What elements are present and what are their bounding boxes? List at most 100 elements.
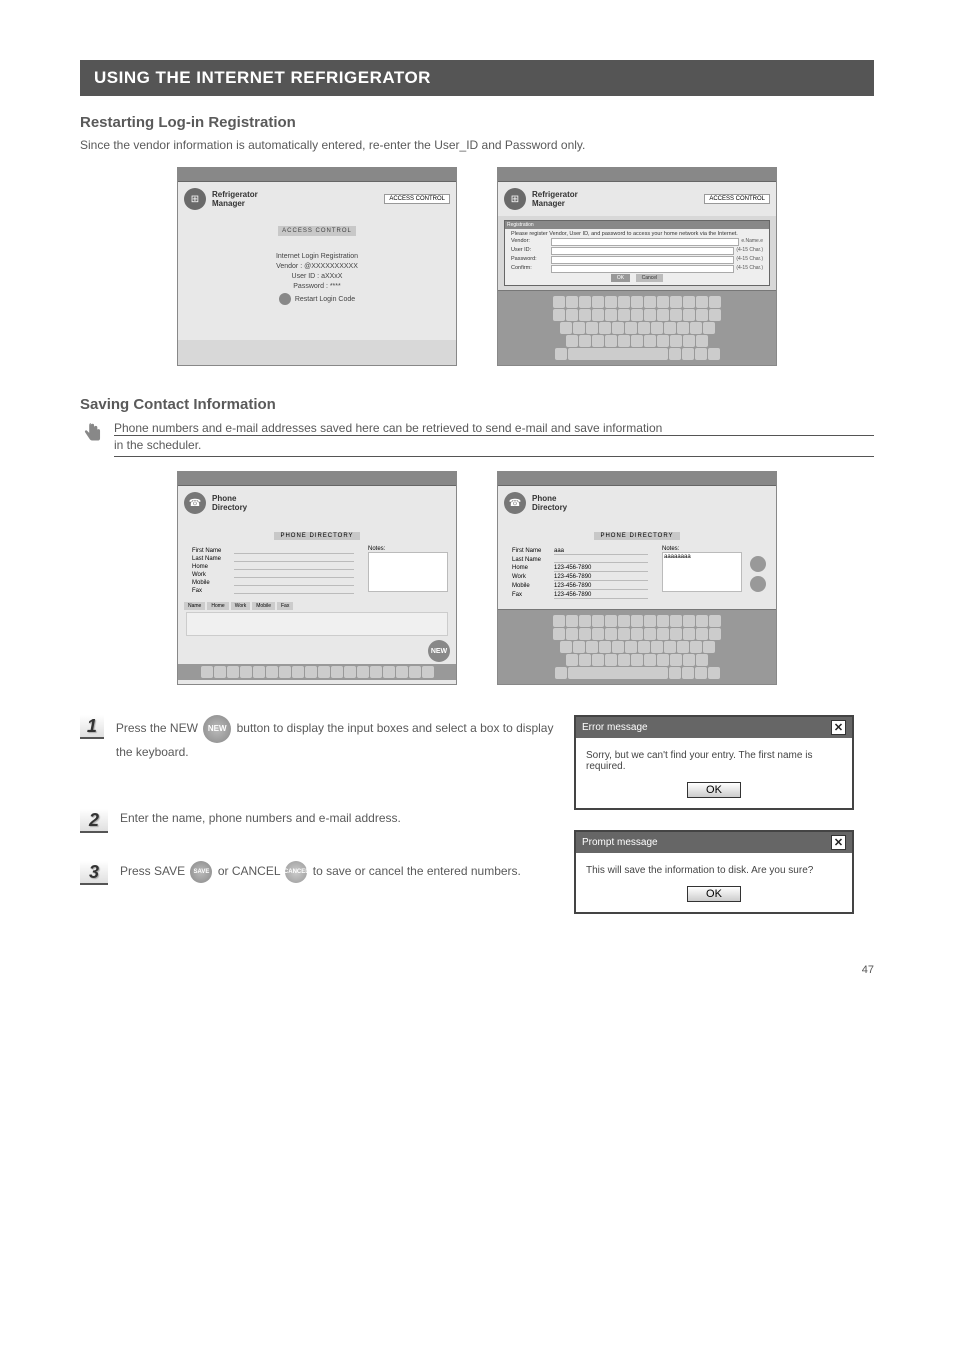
new-button-inline[interactable]: NEW bbox=[203, 715, 231, 743]
subheading-restart-login: Restarting Log-in Registration bbox=[80, 114, 874, 131]
step-2-text: Enter the name, phone numbers and e-mail… bbox=[120, 811, 401, 825]
note-line-2: in the scheduler. bbox=[114, 435, 874, 452]
document-page: USING THE INTERNET REFRIGERATOR Restarti… bbox=[0, 0, 954, 1351]
body-header: ACCESS CONTROL bbox=[278, 226, 356, 236]
field-lastname-val[interactable] bbox=[234, 556, 354, 562]
body-header: PHONE DIRECTORY bbox=[274, 532, 359, 540]
modal-text: Please register Vendor, User ID, and pas… bbox=[511, 231, 763, 237]
field-userid-hint: (4-15 Char.) bbox=[736, 247, 763, 255]
field-userid-input[interactable] bbox=[551, 247, 734, 255]
page-number: 47 bbox=[80, 964, 874, 976]
msg-body: Sorry, but we can't find your entry. The… bbox=[586, 750, 842, 772]
phone-icon: ☎ bbox=[184, 492, 206, 514]
ok-button[interactable]: OK bbox=[687, 782, 741, 798]
field-vendor-hint: e.Name.e bbox=[741, 238, 763, 246]
step-3-mid: or CANCEL bbox=[218, 864, 280, 878]
cancel-button-inline[interactable]: CANCEL bbox=[285, 861, 307, 883]
app-title: Phone Directory bbox=[532, 494, 567, 512]
screenshot-phone-directory-blank: ☎ Phone Directory PHONE DIRECTORY First … bbox=[177, 471, 457, 685]
error-message-box: Error message ✕ Sorry, but we can't find… bbox=[574, 715, 854, 810]
field-work-val[interactable]: 123-456-7890 bbox=[554, 574, 648, 581]
step-1-before: Press the NEW bbox=[116, 721, 198, 735]
phone-icon: ☎ bbox=[504, 492, 526, 514]
field-lastname-label: Last Name bbox=[512, 557, 554, 563]
field-work-val[interactable] bbox=[234, 572, 354, 578]
line-4: Password : **** bbox=[192, 283, 442, 290]
app-title: Refrigerator Manager bbox=[532, 190, 578, 208]
field-home-label: Home bbox=[192, 564, 234, 570]
msg-title: Error message bbox=[582, 722, 648, 733]
field-password-input[interactable] bbox=[551, 256, 734, 264]
registration-modal: Registration Please register Vendor, Use… bbox=[504, 220, 770, 286]
save-icon[interactable] bbox=[750, 556, 766, 572]
step-1: 1 Press the NEW NEW button to display th… bbox=[80, 715, 554, 761]
ok-button[interactable]: OK bbox=[611, 274, 630, 282]
field-firstname-label: First Name bbox=[512, 548, 554, 555]
step-3-before: Press SAVE bbox=[120, 864, 185, 878]
onscreen-keyboard[interactable] bbox=[498, 609, 776, 684]
close-icon[interactable]: ✕ bbox=[831, 835, 846, 850]
close-icon[interactable]: ✕ bbox=[831, 720, 846, 735]
note-row: Phone numbers and e-mail addresses saved… bbox=[80, 421, 874, 457]
field-mobile-val[interactable] bbox=[234, 580, 354, 586]
restart-icon bbox=[279, 293, 291, 305]
new-button[interactable]: NEW bbox=[428, 640, 450, 662]
msg-title: Prompt message bbox=[582, 837, 658, 848]
screenshot-registration-modal: ⊞ Refrigerator Manager ACCESS CONTROL Re… bbox=[497, 167, 777, 366]
grid-icon: ⊞ bbox=[184, 188, 206, 210]
grid-icon: ⊞ bbox=[504, 188, 526, 210]
step-3: 3 Press SAVE SAVE or CANCEL CANCEL to sa… bbox=[80, 861, 554, 885]
screenshot-access-control: ⊞ Refrigerator Manager ACCESS CONTROL AC… bbox=[177, 167, 457, 366]
field-mobile-val[interactable]: 123-456-7890 bbox=[554, 583, 648, 590]
app-title: Refrigerator Manager bbox=[212, 190, 258, 208]
field-firstname-label: First Name bbox=[192, 548, 234, 554]
tab-home[interactable]: Home bbox=[207, 602, 228, 610]
field-password-hint: (4-15 Char.) bbox=[736, 256, 763, 264]
section-header: USING THE INTERNET REFRIGERATOR bbox=[80, 60, 874, 96]
tab-mobile[interactable]: Mobile bbox=[252, 602, 275, 610]
field-work-label: Work bbox=[192, 572, 234, 578]
field-confirm-hint: (4-15 Char.) bbox=[736, 265, 763, 273]
field-vendor-label: Vendor: bbox=[511, 238, 549, 246]
field-lastname-val[interactable] bbox=[554, 557, 648, 563]
steps-section: 1 Press the NEW NEW button to display th… bbox=[80, 715, 874, 934]
cancel-button[interactable]: Cancel bbox=[636, 274, 664, 282]
onscreen-keyboard[interactable] bbox=[498, 290, 776, 365]
screenshot-pair-2: ☎ Phone Directory PHONE DIRECTORY First … bbox=[80, 471, 874, 685]
tab-work[interactable]: Work bbox=[231, 602, 251, 610]
step-number-icon: 1 bbox=[80, 715, 104, 739]
tab-name[interactable]: Name bbox=[184, 602, 205, 610]
field-vendor-input[interactable] bbox=[551, 238, 739, 246]
field-firstname-val[interactable]: aaa bbox=[554, 548, 648, 555]
field-userid-label: User ID: bbox=[511, 247, 549, 255]
field-confirm-input[interactable] bbox=[551, 265, 734, 273]
access-control-badge: ACCESS CONTROL bbox=[704, 194, 770, 204]
field-home-val[interactable] bbox=[234, 564, 354, 570]
tab-fax[interactable]: Fax bbox=[277, 602, 293, 610]
field-home-val[interactable]: 123-456-7890 bbox=[554, 565, 648, 572]
cancel-icon[interactable] bbox=[750, 576, 766, 592]
app-title: Phone Directory bbox=[212, 494, 247, 512]
save-button-inline[interactable]: SAVE bbox=[190, 861, 212, 883]
field-fax-val[interactable]: 123-456-7890 bbox=[554, 592, 648, 599]
notes-area[interactable] bbox=[368, 552, 448, 592]
field-fax-val[interactable] bbox=[234, 588, 354, 594]
subbody-restart-login: Since the vendor information is automati… bbox=[80, 137, 874, 153]
notes-area[interactable]: aaaaaaaa bbox=[662, 552, 742, 592]
line-1: Internet Login Registration bbox=[192, 253, 442, 260]
note-line-1: Phone numbers and e-mail addresses saved… bbox=[114, 421, 874, 435]
modal-title: Registration bbox=[505, 221, 769, 229]
field-mobile-label: Mobile bbox=[512, 583, 554, 590]
screenshot-pair-1: ⊞ Refrigerator Manager ACCESS CONTROL AC… bbox=[80, 167, 874, 366]
prompt-message-box: Prompt message ✕ This will save the info… bbox=[574, 830, 854, 914]
field-firstname-val[interactable] bbox=[234, 548, 354, 554]
step-2: 2 Enter the name, phone numbers and e-ma… bbox=[80, 809, 554, 833]
step-3-after: to save or cancel the entered numbers. bbox=[313, 864, 521, 878]
step-number-icon: 2 bbox=[80, 809, 108, 833]
field-work-label: Work bbox=[512, 574, 554, 581]
restart-login-label: Restart Login Code bbox=[295, 296, 355, 303]
body-header: PHONE DIRECTORY bbox=[594, 532, 679, 540]
ok-button[interactable]: OK bbox=[687, 886, 741, 902]
field-lastname-label: Last Name bbox=[192, 556, 234, 562]
step-number-icon: 3 bbox=[80, 861, 108, 885]
